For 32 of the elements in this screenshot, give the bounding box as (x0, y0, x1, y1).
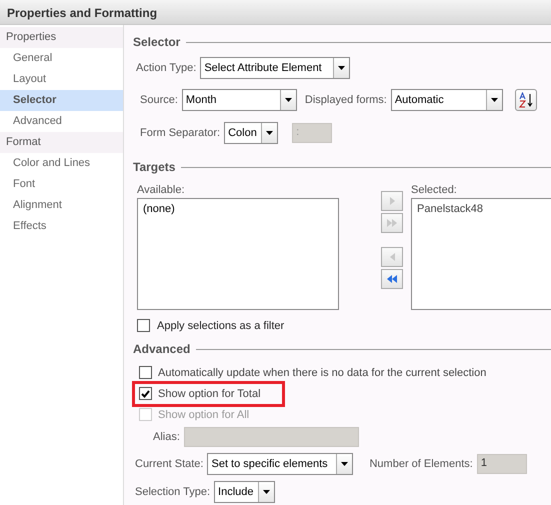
selection-type-dropdown[interactable]: Include (214, 481, 276, 503)
form-separator-dropdown[interactable]: Colon (224, 122, 278, 144)
field-label: Form Separator: (140, 127, 220, 139)
window-title: Properties and Formatting (0, 0, 551, 25)
list-label: Selected: (411, 184, 458, 196)
displayed-forms-dropdown[interactable]: Automatic (390, 89, 503, 111)
checkbox-label: Automatically update when there is no data for the current selection (158, 366, 486, 378)
section-title: Selector (133, 35, 180, 49)
section-title: Advanced (133, 342, 190, 356)
list-item[interactable]: (none) (143, 203, 333, 215)
field-label: Action Type: (136, 62, 196, 74)
field-label: Current State: (135, 458, 204, 470)
number-of-elements-field[interactable]: 1 (476, 454, 527, 474)
sidebar-group-header: Format (0, 132, 123, 153)
action-type-dropdown[interactable]: Select Attribute Element (200, 57, 350, 79)
checkbox-label: Show option for All (158, 408, 250, 420)
checkbox-label: Show option for Total (158, 388, 261, 400)
section-title: Targets (133, 160, 176, 174)
checkbox-label: Apply selections as a filter (157, 320, 284, 332)
source-dropdown[interactable]: Month (182, 89, 297, 111)
field-label: Displayed forms: (304, 94, 387, 106)
sidebar-item[interactable]: Selector (0, 90, 123, 111)
field-label: Number of Elements: (369, 458, 473, 470)
list-item[interactable]: Panelstack48 (417, 203, 551, 215)
current-state-dropdown[interactable]: Set to specific elements (207, 453, 354, 475)
selected-list[interactable]: Panelstack48 (411, 198, 551, 310)
field-label: Source: (140, 94, 178, 106)
list-label: Available: (137, 184, 186, 196)
field-label: Alias: (153, 431, 180, 443)
field-label: Selection Type: (135, 486, 210, 498)
sidebar-group-header: Properties (0, 27, 123, 48)
available-list[interactable]: (none) (137, 198, 339, 310)
